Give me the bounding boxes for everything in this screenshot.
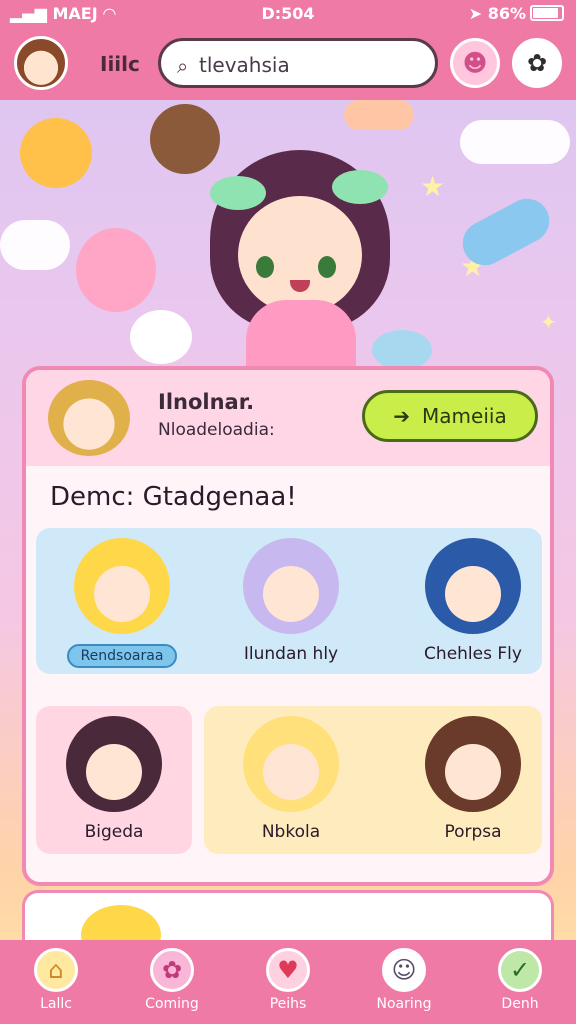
nav-label: Noaring	[376, 996, 432, 1012]
character-tile[interactable]: Bigeda	[54, 716, 174, 842]
home-icon: ⌂	[34, 948, 78, 992]
nav-item-denh[interactable]: ✓ Denh	[472, 948, 568, 1012]
character-card: Ilnolnar. Nloadeloadia: ➔ Mameiia Demc: …	[22, 366, 554, 886]
cloud-decoration	[0, 220, 70, 270]
character-label: Porpsa	[444, 822, 502, 842]
heart-check-icon: ♥	[266, 948, 310, 992]
character-avatar	[243, 716, 339, 812]
card-heading: Demc: Gtadgenaa!	[50, 482, 297, 512]
nav-item-coming[interactable]: ✿ Coming	[124, 948, 220, 1012]
battery-icon	[530, 5, 564, 21]
nav-item-noaring[interactable]: ☺ Noaring	[356, 948, 452, 1012]
primary-action-button[interactable]: ➔ Mameiia	[362, 390, 538, 442]
brown-hair-character	[150, 104, 220, 174]
gear-icon: ✿	[526, 49, 548, 77]
green-bow	[210, 176, 266, 210]
pink-hair-character	[76, 228, 156, 312]
character-tile[interactable]: Chehles Fly	[408, 538, 538, 664]
app-header: Iiilc ⌕ ☻ ✿	[0, 26, 576, 100]
character-avatar	[243, 538, 339, 634]
character-tile[interactable]: Ilundan hly	[226, 538, 356, 664]
card-header: Ilnolnar. Nloadeloadia: ➔ Mameiia	[26, 370, 550, 466]
character-label: Bigeda	[84, 822, 144, 842]
cloud-decoration	[460, 120, 570, 164]
arrow-right-icon: ➔	[393, 404, 411, 428]
nav-item-peihs[interactable]: ♥ Peihs	[240, 948, 336, 1012]
settings-button[interactable]: ✿	[512, 38, 562, 88]
profile-avatar[interactable]	[48, 380, 130, 456]
character-avatar	[66, 716, 162, 812]
star-icon: ✦	[540, 310, 557, 334]
ghost-face-icon: ☺	[382, 948, 426, 992]
status-bar: ▂▄▆ MAEJ ◠ D:504 ➤ 86%	[0, 0, 576, 26]
balloon-decoration	[344, 100, 414, 130]
character-tile[interactable]: Porpsa	[408, 716, 538, 842]
profile-name: Ilnolnar.	[158, 390, 255, 414]
character-label: Nbkola	[261, 822, 321, 842]
sun-character	[20, 118, 92, 188]
rocket-decoration	[455, 190, 557, 274]
green-bow	[332, 170, 388, 204]
character-avatar	[425, 716, 521, 812]
nav-label: Denh	[501, 996, 539, 1012]
character-label: Ilundan hly	[243, 644, 339, 664]
nav-item-home[interactable]: ⌂ Lallc	[8, 948, 104, 1012]
puzzle-icon: ✿	[150, 948, 194, 992]
app-title: Iiilc	[100, 52, 140, 76]
character-tile[interactable]: Rendsoaraa	[62, 538, 182, 668]
character-avatar	[74, 538, 170, 634]
star-icon: ★	[420, 170, 446, 203]
nav-label: Coming	[145, 996, 199, 1012]
search-icon: ⌕	[177, 54, 189, 78]
blue-bunny-character	[372, 330, 432, 370]
smiley-face-button[interactable]: ☻	[450, 38, 500, 88]
chart-icon: ✓	[498, 948, 542, 992]
character-label-selected: Rendsoaraa	[66, 644, 178, 668]
smiley-face-icon: ☻	[462, 49, 488, 77]
nav-label: Peihs	[269, 996, 307, 1012]
character-avatar	[425, 538, 521, 634]
battery-indicator: ➤ 86%	[469, 4, 564, 23]
search-bar[interactable]: ⌕	[158, 38, 438, 88]
search-input[interactable]	[197, 51, 421, 79]
nav-label: Lallc	[40, 996, 72, 1012]
character-label: Chehles Fly	[424, 644, 522, 664]
avatar[interactable]	[14, 36, 68, 90]
bottom-navigation: ⌂ Lallc ✿ Coming ♥ Peihs ☺ Noaring ✓ Den…	[0, 940, 576, 1024]
sheep-character	[130, 310, 192, 364]
profile-status: Nloadeloadia:	[158, 420, 275, 440]
character-tile[interactable]: Nbkola	[226, 716, 356, 842]
